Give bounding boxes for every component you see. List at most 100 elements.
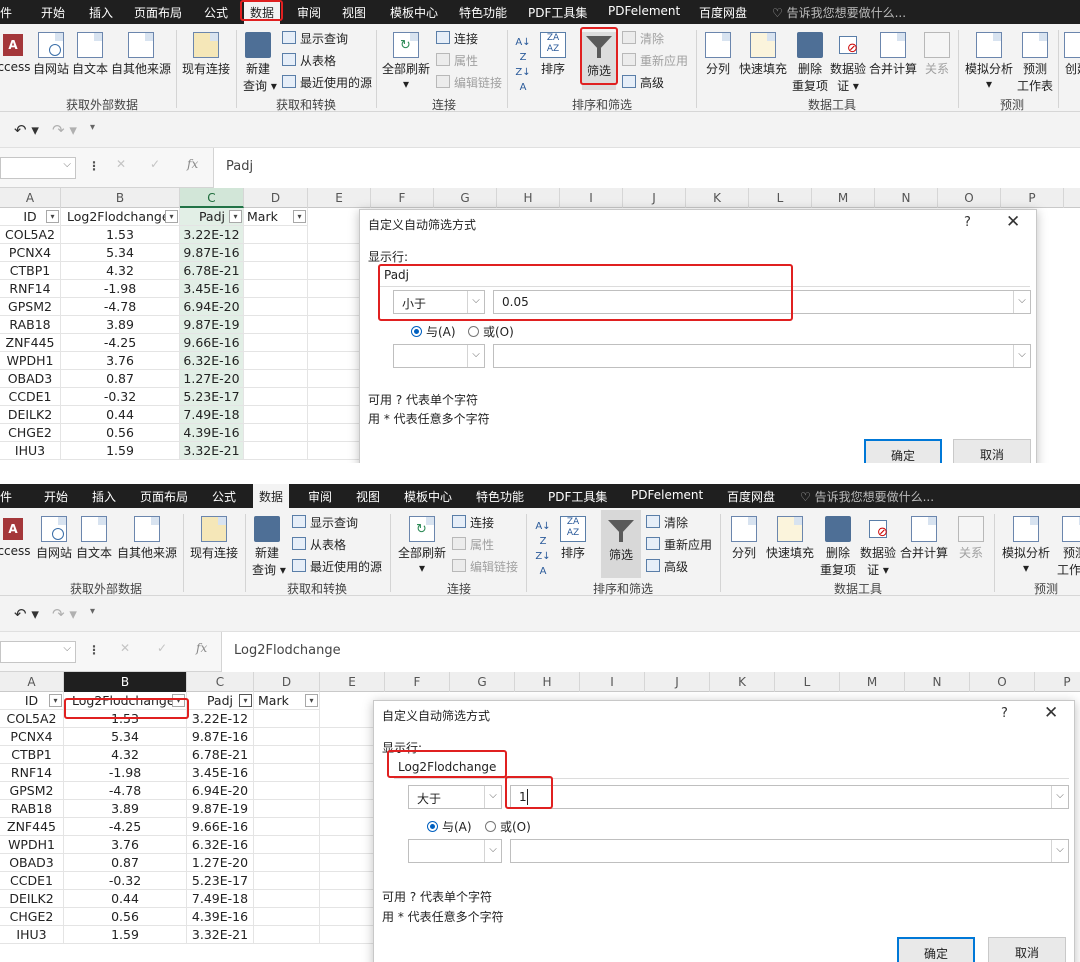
column-header-n[interactable]: N <box>875 188 938 208</box>
from-access-button[interactable]: Access <box>0 516 32 558</box>
operator-select-1[interactable]: 大于 ⌵ <box>408 785 502 809</box>
data-validation-button[interactable]: ⊘ 数据验证 ▾ <box>829 32 867 94</box>
recent-sources-button[interactable]: 最近使用的源 <box>292 558 382 575</box>
recent-sources-button[interactable]: 最近使用的源 <box>282 74 372 91</box>
cell-padj[interactable]: 3.32E-21 <box>180 442 244 460</box>
header-cell-id[interactable]: ID ▾ <box>0 692 64 710</box>
column-header-p[interactable]: P <box>1035 672 1080 692</box>
cell-log2[interactable]: 5.34 <box>64 728 187 746</box>
header-cell-log2[interactable]: Log2Flodchange ▾ <box>61 208 180 226</box>
tab-home[interactable]: 开始 <box>44 488 68 505</box>
name-box[interactable] <box>0 157 76 179</box>
cell-log2[interactable]: 1.59 <box>61 442 180 460</box>
cell-log2[interactable]: 5.34 <box>61 244 180 262</box>
from-other-sources-button[interactable]: 自其他来源 <box>111 32 171 77</box>
empty-cell[interactable] <box>254 836 320 854</box>
column-header-o[interactable]: O <box>970 672 1035 692</box>
tab-pdfelement[interactable]: PDFelement <box>631 488 703 502</box>
column-header-m[interactable]: M <box>840 672 905 692</box>
existing-connections-button[interactable]: 现有连接 <box>181 32 231 77</box>
formula-content[interactable]: Log2Flodchange <box>221 632 1080 672</box>
cell-id[interactable]: GPSM2 <box>0 298 61 316</box>
tab-review[interactable]: 审阅 <box>308 488 332 505</box>
from-table-button[interactable]: 从表格 <box>292 536 346 553</box>
column-header-n[interactable]: N <box>905 672 970 692</box>
insert-function-button[interactable]: fx <box>196 641 207 655</box>
tab-template-center[interactable]: 模板中心 <box>404 488 452 505</box>
tab-view[interactable]: 视图 <box>356 488 380 505</box>
cell-id[interactable]: WPDH1 <box>0 836 64 854</box>
from-text-button[interactable]: 自文本 <box>72 32 108 77</box>
tab-baidu-netdisk[interactable]: 百度网盘 <box>699 4 747 21</box>
tab-insert[interactable]: 插入 <box>89 4 113 21</box>
flash-fill-button[interactable]: 快速填充 <box>738 32 788 77</box>
forecast-sheet-button[interactable]: 预测工作表 <box>1056 516 1080 578</box>
from-web-button[interactable]: 自网站 <box>36 516 72 561</box>
connections-button[interactable]: 连接 <box>452 514 494 531</box>
empty-cell[interactable] <box>244 262 308 280</box>
header-cell-mark[interactable]: Mark ▾ <box>254 692 320 710</box>
formula-content[interactable]: Padj <box>213 148 1080 188</box>
connections-button[interactable]: 连接 <box>436 30 478 47</box>
cell-log2[interactable]: 3.76 <box>64 836 187 854</box>
refresh-all-button[interactable]: ↻ 全部刷新 ▾ <box>381 32 431 91</box>
sort-za-button[interactable]: Z↓ A <box>532 548 554 578</box>
from-text-button[interactable]: 自文本 <box>76 516 112 561</box>
formula-enter-button[interactable]: ✓ <box>157 641 167 655</box>
cell-id[interactable]: WPDH1 <box>0 352 61 370</box>
cell-log2[interactable]: 4.32 <box>64 746 187 764</box>
cell-id[interactable]: CHGE2 <box>0 424 61 442</box>
cell-log2[interactable]: -4.25 <box>64 818 187 836</box>
cell-log2[interactable]: -4.25 <box>61 334 180 352</box>
sort-za-button[interactable]: Z↓ A <box>512 64 534 94</box>
empty-cell[interactable] <box>254 854 320 872</box>
sort-az-button[interactable]: A↓ Z <box>512 34 534 64</box>
new-query-button[interactable]: 新建 查询 ▾ <box>252 516 286 578</box>
empty-cell[interactable] <box>244 298 308 316</box>
cell-log2[interactable]: -4.78 <box>64 782 187 800</box>
ok-button[interactable]: 确定 <box>864 439 942 463</box>
column-header-k[interactable]: K <box>686 188 749 208</box>
from-other-sources-button[interactable]: 自其他来源 <box>117 516 177 561</box>
cell-padj[interactable]: 3.45E-16 <box>187 764 254 782</box>
help-button[interactable]: ? <box>964 215 971 230</box>
column-header-j[interactable]: J <box>623 188 686 208</box>
tab-home[interactable]: 开始 <box>41 4 65 21</box>
cell-log2[interactable]: 1.53 <box>61 226 180 244</box>
undo-button[interactable]: ↶ ▾ <box>14 605 39 623</box>
header-cell-id[interactable]: ID ▾ <box>0 208 61 226</box>
column-header-p[interactable]: P <box>1001 188 1064 208</box>
what-if-analysis-button[interactable]: 模拟分析 ▾ <box>964 32 1014 91</box>
close-button[interactable]: ✕ <box>1044 703 1058 723</box>
column-header-a[interactable]: A <box>0 188 61 208</box>
cell-id[interactable]: RNF14 <box>0 280 61 298</box>
create-group-button[interactable]: 创建 <box>1062 32 1080 77</box>
cell-padj[interactable]: 7.49E-18 <box>180 406 244 424</box>
cell-padj[interactable]: 1.27E-20 <box>180 370 244 388</box>
remove-duplicates-button[interactable]: 删除 重复项 <box>818 516 858 578</box>
cell-id[interactable]: OBAD3 <box>0 370 61 388</box>
column-header-h[interactable]: H <box>497 188 560 208</box>
empty-cell[interactable] <box>254 728 320 746</box>
filter-active-icon[interactable]: ▾ <box>239 694 252 707</box>
customize-qat-button[interactable]: ▾ <box>90 122 95 133</box>
column-header-e[interactable]: E <box>308 188 371 208</box>
tab-view[interactable]: 视图 <box>342 4 366 21</box>
or-radio[interactable]: 或(O) <box>485 818 531 835</box>
cell-id[interactable]: RAB18 <box>0 800 64 818</box>
cell-id[interactable]: CCDE1 <box>0 872 64 890</box>
cell-padj[interactable]: 4.39E-16 <box>187 908 254 926</box>
tab-pdf-tools[interactable]: PDF工具集 <box>528 4 587 21</box>
cancel-button[interactable]: 取消 <box>953 439 1031 463</box>
cell-padj[interactable]: 3.32E-21 <box>187 926 254 944</box>
tab-special-features[interactable]: 特色功能 <box>476 488 524 505</box>
column-header-c[interactable]: C <box>180 188 244 208</box>
column-header-o[interactable]: O <box>938 188 1001 208</box>
tell-me-search[interactable]: ♡ 告诉我您想要做什么... <box>772 4 906 21</box>
column-header-a[interactable]: A <box>0 672 64 692</box>
what-if-analysis-button[interactable]: 模拟分析 ▾ <box>1000 516 1052 575</box>
clear-filter-button[interactable]: 清除 <box>622 30 664 47</box>
empty-cell[interactable] <box>244 442 308 460</box>
value-input-2[interactable]: ⌵ <box>493 344 1031 368</box>
operator-select-2[interactable]: ⌵ <box>408 839 502 863</box>
